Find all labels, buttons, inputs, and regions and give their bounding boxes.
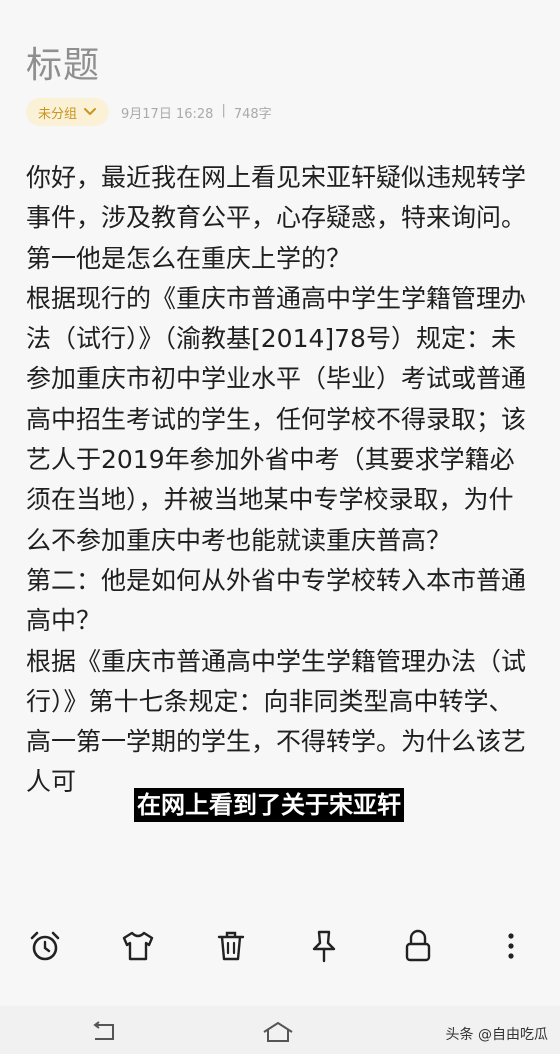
note-body[interactable]: 你好，最近我在网上看见宋亚轩疑似违规转学事件，涉及教育公平，心存疑惑，特来询问。…	[26, 158, 526, 803]
paragraph-3: 第二：他是如何从外省中专学校转入本市普通高中？	[26, 565, 527, 636]
note-meta: 未分组 9月17日 16:28 | 748字	[26, 98, 272, 126]
group-selector[interactable]: 未分组	[26, 98, 110, 126]
chevron-down-icon	[84, 108, 97, 115]
note-title[interactable]: 标题	[26, 36, 100, 88]
meta-separator: |	[221, 102, 226, 118]
back-nav-icon[interactable]	[86, 1018, 122, 1046]
watermark: 头条 @自由吃瓜	[445, 1027, 548, 1043]
group-label: 未分组	[38, 106, 78, 122]
trash-icon[interactable]	[211, 926, 251, 966]
more-icon[interactable]	[491, 926, 531, 966]
note-date: 9月17日 16:28	[121, 106, 214, 122]
pin-icon[interactable]	[304, 926, 344, 966]
meta-info: 9月17日 16:28 | 748字	[121, 103, 272, 122]
alarm-clock-icon[interactable]	[25, 926, 65, 966]
paragraph-2: 根据现行的《重庆市普通高中学生学籍管理办法（试行）》（渝教基[2014]78号）…	[26, 283, 527, 555]
paragraph-1: 你好，最近我在网上看见宋亚轩疑似违规转学事件，涉及教育公平，心存疑惑，特来询问。…	[26, 163, 527, 273]
shirt-icon[interactable]	[118, 926, 158, 966]
home-nav-icon[interactable]	[260, 1018, 296, 1046]
bottom-toolbar	[0, 916, 560, 974]
video-caption: 在网上看到了关于宋亚轩	[134, 788, 404, 822]
content-fade	[0, 880, 560, 916]
word-count: 748字	[233, 106, 272, 122]
lock-icon[interactable]	[398, 926, 438, 966]
paragraph-4: 根据《重庆市普通高中学生学籍管理办法（试行）》第十七条规定：向非同类型高中转学、…	[26, 646, 527, 797]
